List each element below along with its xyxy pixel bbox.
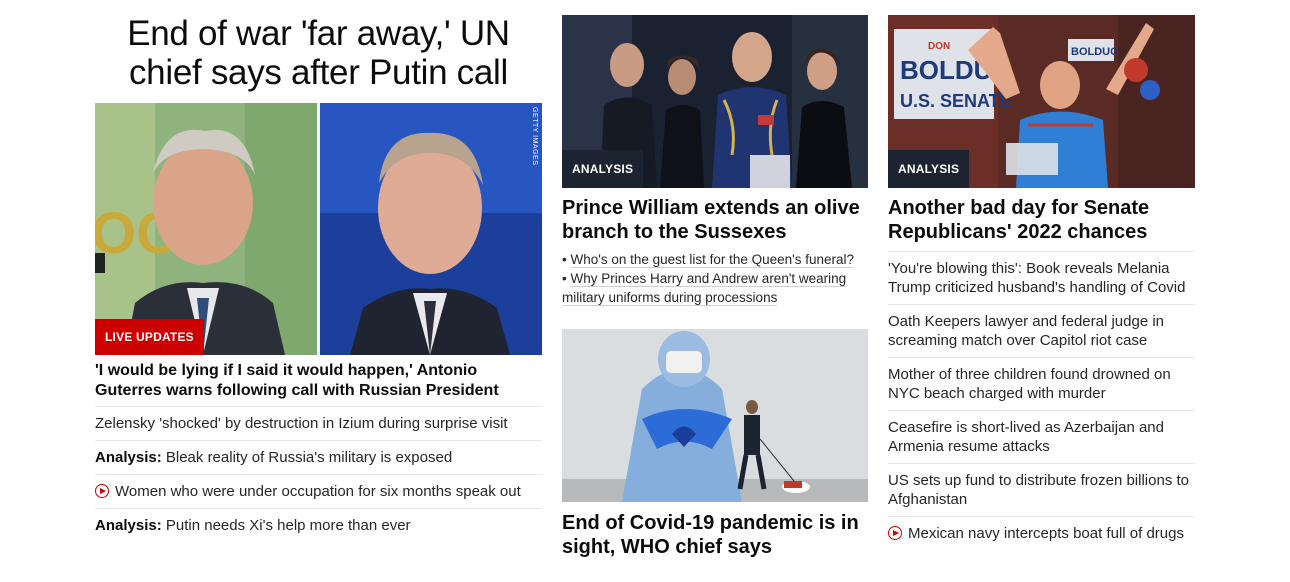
- royals-bullets: • Who's on the guest list for the Queen'…: [562, 250, 868, 307]
- list-item[interactable]: Analysis: Bleak reality of Russia's mili…: [95, 441, 542, 475]
- right-column: DON BOLDUC U.S. SENATE BOLDUC ANALYSIS A…: [888, 0, 1195, 550]
- list-item[interactable]: Women who were under occupation for six …: [95, 475, 542, 509]
- royals-headline[interactable]: Prince William extends an olive branch t…: [562, 196, 868, 244]
- analysis-badge: ANALYSIS: [888, 150, 970, 188]
- bolduc-image[interactable]: DON BOLDUC U.S. SENATE BOLDUC ANALYSIS: [888, 15, 1195, 188]
- covid-headline[interactable]: End of Covid-19 pandemic is in sight, WH…: [562, 511, 868, 559]
- lead-image[interactable]: OCA GETTY IMAGES LIVE UPDATES: [95, 103, 542, 355]
- bullet-link[interactable]: • Who's on the guest list for the Queen'…: [562, 250, 868, 269]
- svg-text:BOLDUC: BOLDUC: [1071, 46, 1118, 58]
- list-item[interactable]: Mexican navy intercepts boat full of dru…: [888, 517, 1195, 550]
- analysis-label: Analysis:: [95, 517, 162, 534]
- svg-text:DON: DON: [928, 41, 950, 52]
- analysis-badge: ANALYSIS: [562, 150, 644, 188]
- svg-text:U.S. SENATE: U.S. SENATE: [900, 91, 1012, 111]
- lead-caption-link[interactable]: 'I would be lying if I said it would hap…: [95, 361, 542, 407]
- lead-story-column: End of war 'far away,' UN chief says aft…: [95, 0, 542, 542]
- live-updates-badge: LIVE UPDATES: [95, 319, 204, 355]
- senate-headline[interactable]: Another bad day for Senate Republicans' …: [888, 196, 1195, 244]
- right-related-list: 'You're blowing this': Book reveals Mela…: [888, 251, 1195, 550]
- play-video-icon: [888, 526, 902, 540]
- lead-related-list: Zelensky 'shocked' by destruction in Izi…: [95, 407, 542, 542]
- image-credit: GETTY IMAGES: [531, 107, 538, 166]
- list-item[interactable]: 'You're blowing this': Book reveals Mela…: [888, 252, 1195, 305]
- list-item[interactable]: Analysis: Putin needs Xi's help more tha…: [95, 509, 542, 542]
- bullet-link[interactable]: • Why Princes Harry and Andrew aren't we…: [562, 269, 868, 307]
- lead-headline[interactable]: End of war 'far away,' UN chief says aft…: [95, 14, 542, 92]
- play-video-icon: [95, 484, 109, 498]
- list-item[interactable]: Oath Keepers lawyer and federal judge in…: [888, 305, 1195, 358]
- list-item[interactable]: US sets up fund to distribute frozen bil…: [888, 464, 1195, 517]
- royals-image[interactable]: ANALYSIS: [562, 15, 868, 188]
- list-item[interactable]: Ceasefire is short-lived as Azerbaijan a…: [888, 411, 1195, 464]
- list-item[interactable]: Zelensky 'shocked' by destruction in Izi…: [95, 407, 542, 441]
- covid-mural-image[interactable]: [562, 329, 868, 502]
- analysis-label: Analysis:: [95, 449, 162, 466]
- middle-column: ANALYSIS Prince William extends an olive…: [562, 0, 868, 559]
- list-item[interactable]: Mother of three children found drowned o…: [888, 358, 1195, 411]
